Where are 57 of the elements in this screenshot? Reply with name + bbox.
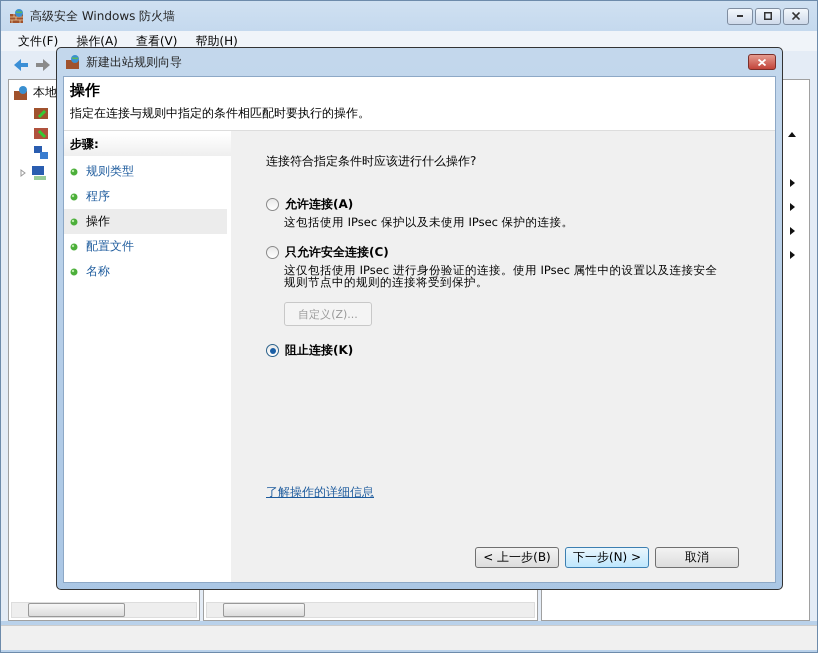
option-label[interactable]: 阻止连接(K) bbox=[285, 342, 354, 359]
menu-item[interactable]: 查看(V) bbox=[126, 32, 186, 50]
menu-item[interactable]: 帮助(H) bbox=[186, 32, 247, 50]
step-dot-icon bbox=[70, 192, 78, 200]
step-item[interactable]: 规则类型 bbox=[64, 159, 227, 184]
forward-arrow-icon[interactable] bbox=[35, 57, 51, 73]
step-item[interactable]: 操作 bbox=[64, 209, 227, 234]
submenu-arrow-icon[interactable] bbox=[787, 202, 797, 212]
maximize-icon bbox=[764, 12, 772, 20]
firewall-icon bbox=[9, 8, 25, 24]
step-dot-icon bbox=[70, 168, 78, 176]
close-icon bbox=[792, 12, 800, 20]
radio-button[interactable] bbox=[266, 246, 279, 259]
radio-button[interactable] bbox=[266, 198, 279, 211]
option-description: 这仅包括使用 IPsec 进行身份验证的连接。使用 IPsec 属性中的设置以及连接安全规则节点中的规则的连接将受到保护。 bbox=[284, 264, 719, 288]
menu-item[interactable]: 操作(A) bbox=[67, 32, 127, 50]
step-dot-icon bbox=[70, 242, 78, 250]
firewall-icon[interactable] bbox=[33, 105, 49, 121]
page-description: 指定在连接与规则中指定的条件相匹配时要执行的操作。 bbox=[70, 105, 371, 122]
step-item[interactable]: 程序 bbox=[64, 184, 227, 209]
help-link[interactable]: 了解操作的详细信息 bbox=[266, 484, 374, 501]
maximize-button[interactable] bbox=[755, 8, 781, 24]
option-description: 这包括使用 IPsec 保护以及未使用 IPsec 保护的连接。 bbox=[284, 216, 575, 228]
expand-arrow-icon[interactable] bbox=[19, 169, 27, 177]
firewall-icon bbox=[65, 54, 81, 70]
close-button[interactable] bbox=[783, 8, 809, 24]
question-text: 连接符合指定条件时应该进行什么操作? bbox=[266, 153, 478, 170]
submenu-arrow-icon[interactable] bbox=[787, 226, 797, 236]
submenu-arrow-icon[interactable] bbox=[787, 250, 797, 260]
dialog-title: 新建出站规则向导 bbox=[86, 54, 182, 70]
window-title: 高级安全 Windows 防火墙 bbox=[30, 8, 176, 24]
minimize-button[interactable] bbox=[727, 8, 753, 24]
step-dot-icon bbox=[70, 218, 78, 226]
collapse-arrow-icon[interactable] bbox=[787, 130, 797, 140]
firewall-icon bbox=[13, 84, 29, 100]
submenu-arrow-icon[interactable] bbox=[787, 178, 797, 188]
option-label[interactable]: 只允许安全连接(C) bbox=[285, 244, 389, 261]
option-label[interactable]: 允许连接(A) bbox=[285, 196, 354, 213]
close-icon bbox=[758, 58, 766, 66]
network-icon[interactable] bbox=[33, 145, 49, 161]
monitor-icon[interactable] bbox=[31, 165, 47, 181]
close-button[interactable] bbox=[748, 54, 776, 70]
wizard-button[interactable]: 下一步(N) > bbox=[565, 547, 649, 568]
step-dot-icon bbox=[70, 268, 78, 276]
wizard-button[interactable]: 取消 bbox=[655, 547, 739, 568]
step-item[interactable]: 配置文件 bbox=[64, 234, 227, 259]
minimize-icon bbox=[737, 15, 743, 17]
scrollbar[interactable] bbox=[11, 602, 197, 618]
wizard-button[interactable]: < 上一步(B) bbox=[475, 547, 559, 568]
firewall-icon[interactable] bbox=[33, 125, 49, 141]
step-item[interactable]: 名称 bbox=[64, 259, 227, 284]
radio-button[interactable] bbox=[266, 344, 279, 357]
menu-item[interactable]: 文件(F) bbox=[9, 32, 68, 50]
back-arrow-icon[interactable] bbox=[13, 57, 29, 73]
tree-item[interactable]: 本地 bbox=[33, 84, 57, 101]
page-heading: 操作 bbox=[70, 81, 101, 100]
scrollbar[interactable] bbox=[206, 602, 535, 618]
